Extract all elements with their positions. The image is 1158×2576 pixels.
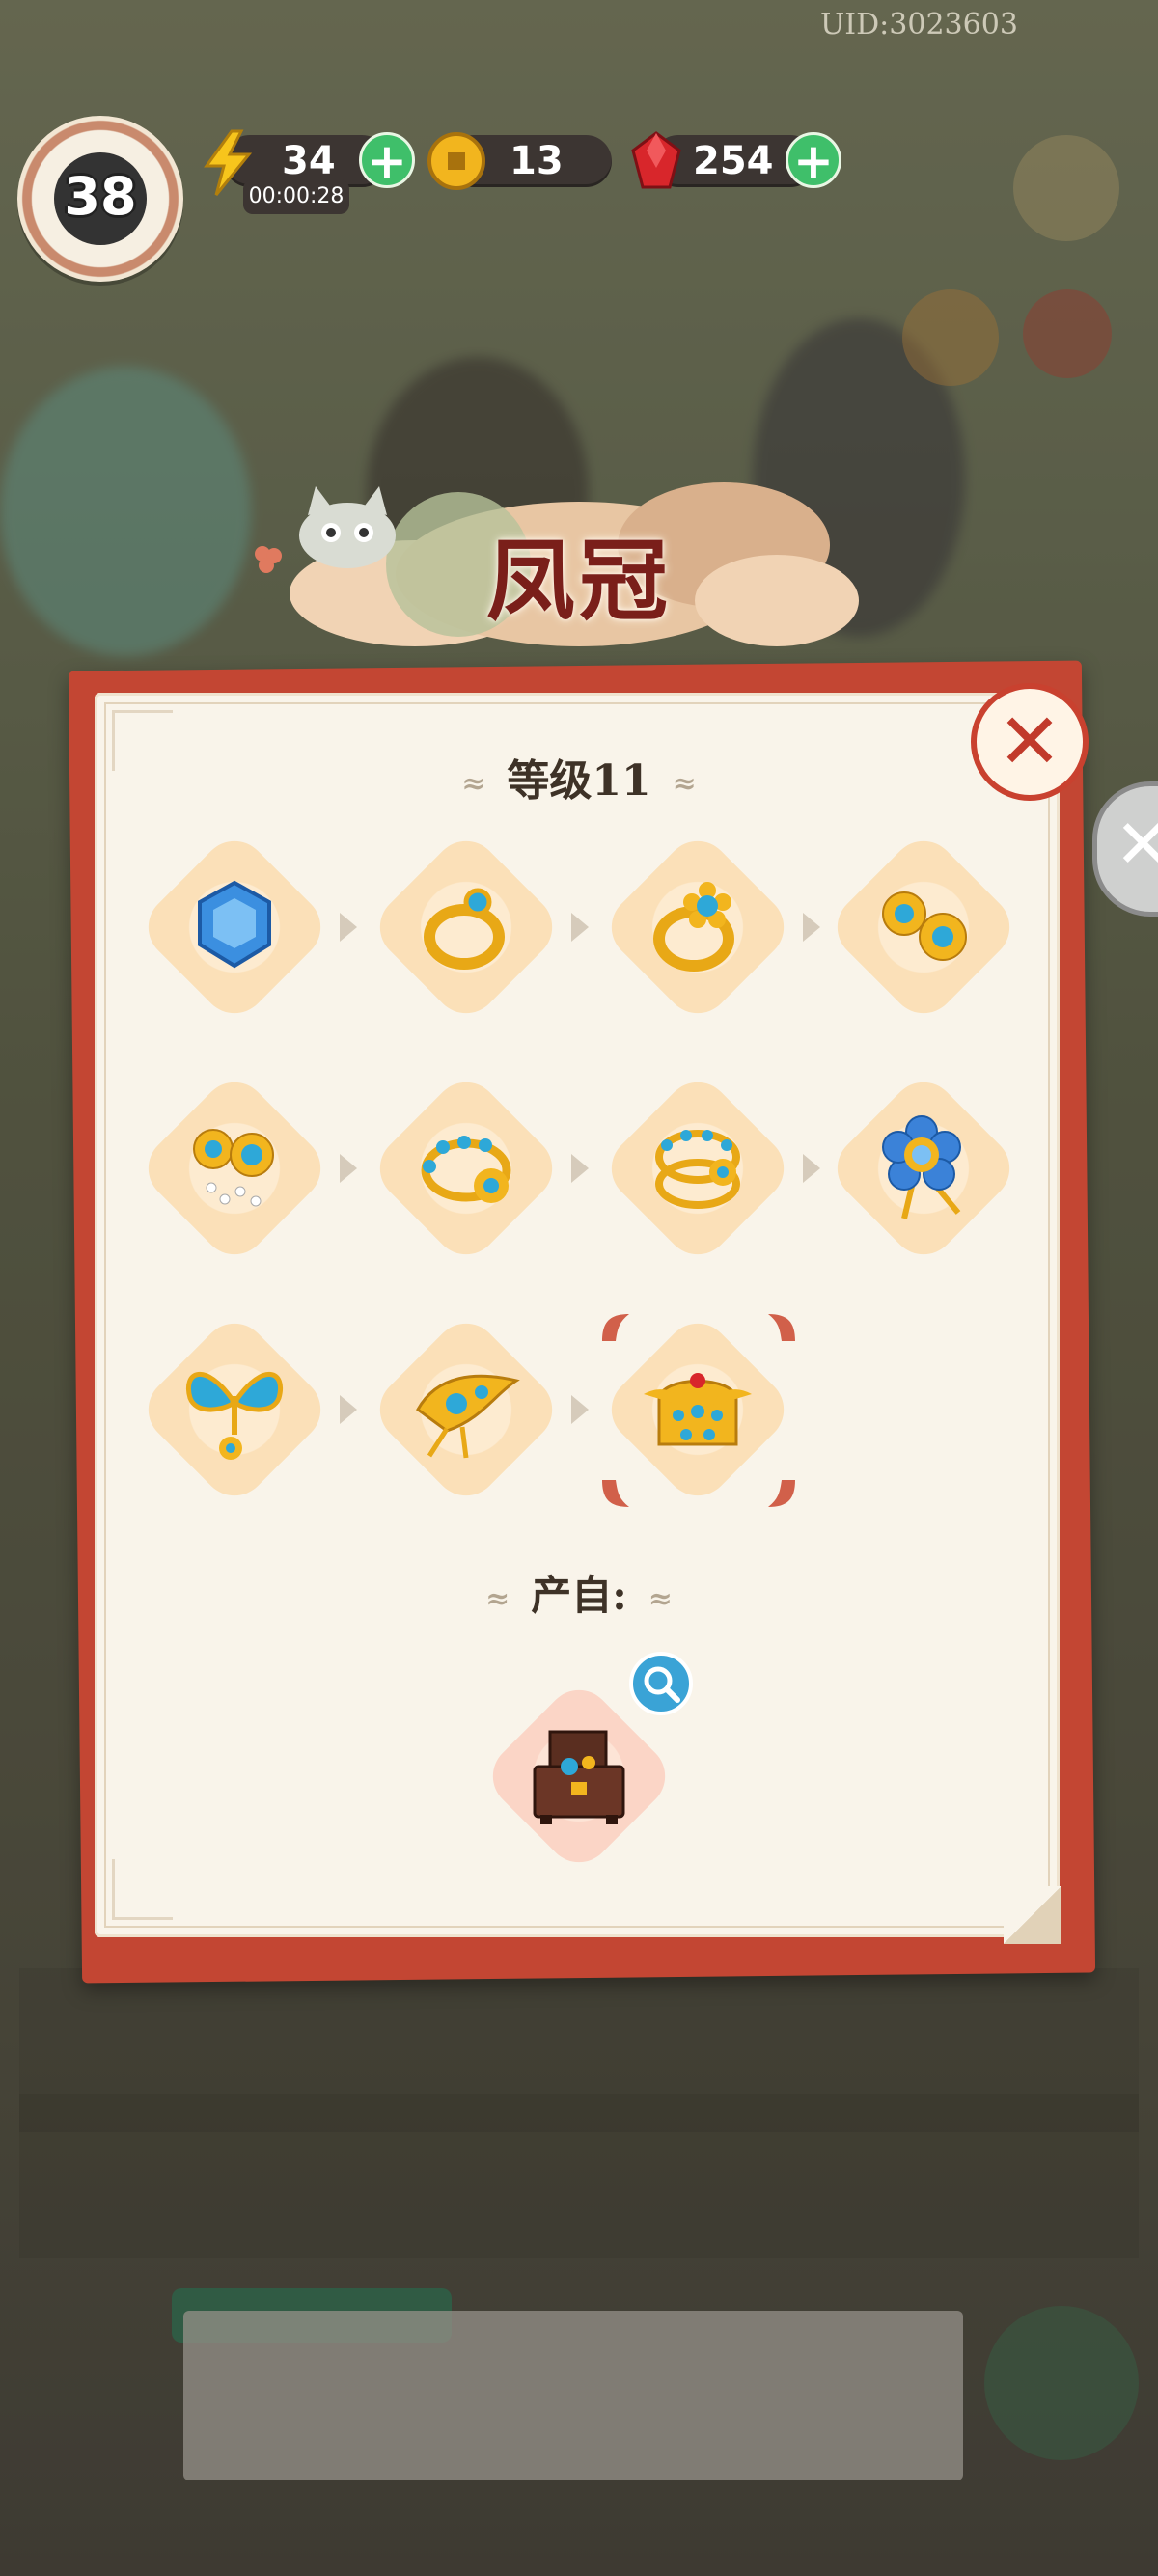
close-icon: ✕ [997, 697, 1062, 786]
scroll-ornament-icon: ≈ [672, 767, 697, 801]
close-button[interactable]: ✕ [971, 683, 1089, 801]
chain-item-golden-hair-ornament[interactable] [366, 1309, 566, 1510]
panel-corner-ornament [112, 1859, 173, 1920]
cat-mascot-icon [299, 486, 396, 568]
add-energy-button[interactable]: + [359, 132, 415, 188]
chain-arrow-icon [803, 913, 820, 942]
chain-item-sapphire-gem[interactable] [134, 827, 335, 1028]
player-level: 38 [64, 166, 137, 227]
selected-corner-icon [602, 1314, 629, 1341]
scroll-ornament-icon: ≈ [648, 1581, 673, 1616]
selected-corner-icon [768, 1314, 795, 1341]
butterfly-hairpin-icon [186, 1371, 283, 1460]
page-fold [1004, 1886, 1062, 1944]
treasure-chest-icon [533, 1730, 625, 1824]
source-label: 产自: [531, 1572, 627, 1619]
chain-item-blue-flower-hairpin[interactable] [823, 1068, 1024, 1269]
popup-title: 凤冠 [485, 529, 672, 633]
golden-hair-ornament-icon [416, 1374, 520, 1459]
scroll-ornament-icon: ≈ [461, 767, 486, 801]
inspect-button[interactable] [629, 1652, 693, 1715]
sapphire-gem-icon [198, 880, 271, 969]
level-heading: ≈ 等级11 ≈ [338, 746, 820, 808]
red-gem-icon [631, 131, 681, 189]
chain-arrow-icon [571, 1154, 589, 1183]
magnifier-icon [644, 1666, 680, 1703]
gold-ring-icon [424, 888, 505, 970]
scroll-ornament-icon: ≈ [485, 1581, 510, 1616]
gem-value: 254 [693, 139, 774, 183]
chain-arrow-icon [571, 1395, 589, 1424]
selected-corner-icon [768, 1480, 795, 1507]
selected-corner-icon [602, 1480, 629, 1507]
uid-label: UID:3023603 [820, 8, 1018, 41]
chain-item-ornate-bracelet[interactable] [597, 1068, 798, 1269]
flower-earrings-icon [882, 891, 967, 961]
energy-value: 34 [282, 139, 336, 183]
chain-arrow-icon [340, 1395, 357, 1424]
turquoise-ring-icon [653, 882, 734, 972]
flower-petal-icon [255, 546, 282, 573]
ornate-bracelet-icon [655, 1130, 740, 1209]
chain-item-butterfly-hairpin[interactable] [134, 1309, 335, 1510]
energy-timer: 00:00:28 [243, 179, 349, 214]
chain-item-gold-ring-turquoise[interactable] [597, 827, 798, 1028]
panel-corner-ornament [112, 710, 173, 771]
chain-arrow-icon [340, 913, 357, 942]
phoenix-crown-icon [644, 1373, 752, 1446]
chain-arrow-icon [571, 913, 589, 942]
coin-icon [427, 132, 485, 190]
chain-arrow-icon [803, 1154, 820, 1183]
chain-item-gold-ring[interactable] [366, 827, 566, 1028]
level-label: 等级11 [507, 756, 651, 806]
beaded-bracelet-icon [421, 1136, 511, 1203]
player-avatar[interactable]: 38 [17, 116, 183, 282]
add-gems-button[interactable]: + [786, 132, 841, 188]
coin-value: 13 [510, 139, 564, 183]
source-heading: ≈ 产自: ≈ [338, 1563, 820, 1622]
chain-arrow-icon [340, 1154, 357, 1183]
chain-item-drop-earrings[interactable] [134, 1068, 335, 1269]
blue-flower-hairpin-icon [882, 1115, 961, 1219]
chain-item-beaded-bracelet[interactable] [366, 1068, 566, 1269]
drop-earrings-icon [193, 1129, 274, 1207]
chain-item-flower-earrings[interactable] [823, 827, 1024, 1028]
source-item-treasure-chest[interactable] [479, 1676, 679, 1877]
